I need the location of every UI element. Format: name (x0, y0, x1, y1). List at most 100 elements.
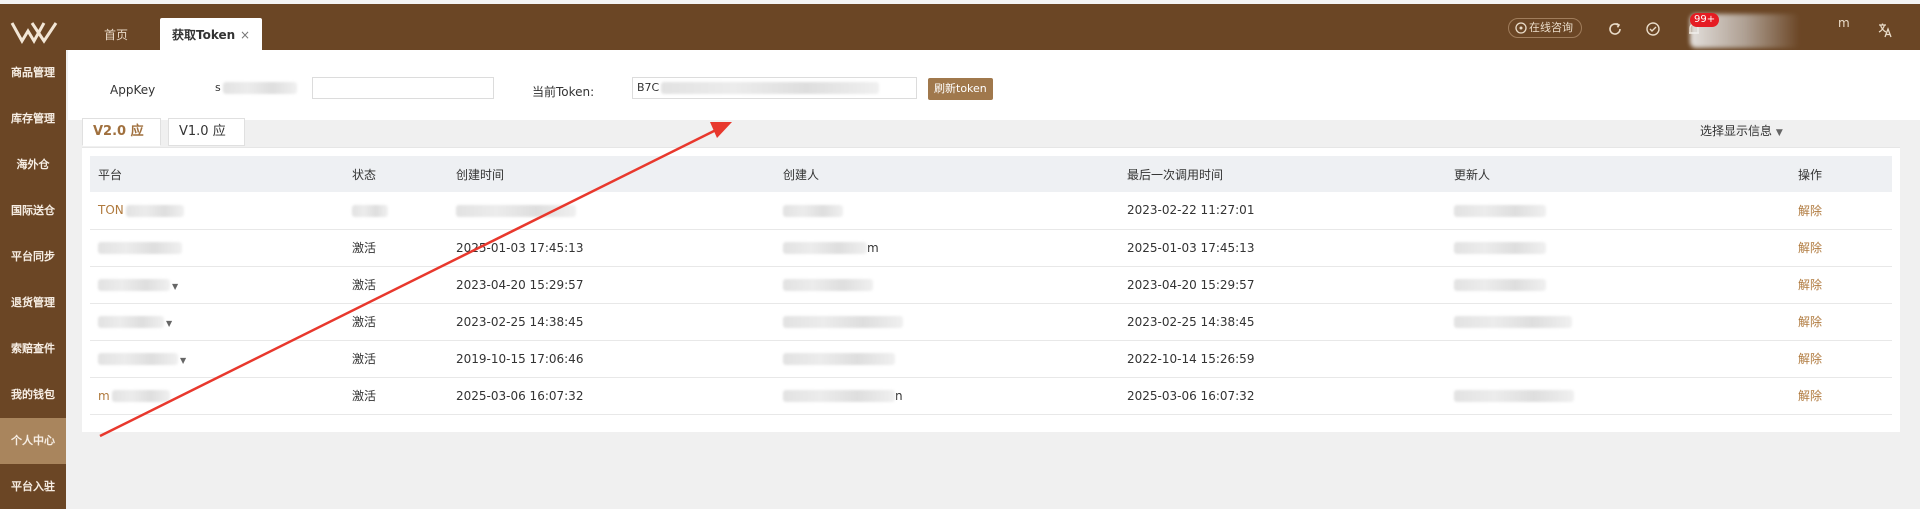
refresh-token-button[interactable]: 刷新token (928, 78, 993, 100)
unbind-link[interactable]: 解除 (1790, 229, 1892, 267)
unbind-link[interactable]: 解除 (1790, 377, 1892, 415)
tab-get-token-label: 获取Token (172, 28, 236, 42)
translate-icon[interactable] (1877, 22, 1893, 38)
sidebar-item-international-delivery[interactable]: 国际送仓 (0, 188, 66, 234)
close-icon[interactable]: × (240, 18, 250, 52)
top-bar: 首页 获取Token × 在线咨询 99+ m (0, 0, 1920, 54)
appkey-label: AppKey (110, 83, 156, 97)
table-row: m 激活 2025-03-06 16:07:32 n 2025-03-06 16… (90, 377, 1892, 415)
caret-down-icon: ▼ (1775, 128, 1783, 138)
sidebar-item-wallet[interactable]: 我的钱包 (0, 372, 66, 418)
cell-status: 激活 (344, 340, 448, 378)
cell-created: 2023-04-20 15:29:57 (448, 266, 775, 304)
col-platform: 平台 (90, 156, 344, 192)
chat-icon (1515, 22, 1527, 34)
cell-creator (775, 192, 1119, 230)
cell-last-call: 2023-04-20 15:29:57 (1119, 266, 1446, 304)
logo-icon[interactable] (10, 19, 58, 45)
sidebar: 商品管理 库存管理 海外仓 国际送仓 平台同步 退货管理 索赔查件 我的钱包 个… (0, 50, 66, 509)
col-updater: 更新人 (1446, 156, 1790, 192)
cell-creator (775, 340, 1119, 378)
cell-updater (1446, 192, 1790, 230)
sidebar-item-claims[interactable]: 索赔查件 (0, 326, 66, 372)
creator-text: m (867, 240, 879, 255)
caret-down-icon: ▼ (166, 318, 173, 328)
cell-creator: m (775, 229, 1119, 267)
table-header-row: 平台 状态 创建时间 创建人 最后一次调用时间 更新人 操作 (90, 156, 1892, 192)
notification-badge: 99+ (1690, 13, 1720, 27)
cell-status: 激活 (344, 266, 448, 304)
cell-creator: n (775, 377, 1119, 415)
caret-down-icon: ▼ (172, 281, 179, 291)
cell-created: 2019-10-15 17:06:46 (448, 340, 775, 378)
appkey-input[interactable] (312, 77, 494, 99)
sidebar-item-platform-onboarding[interactable]: 平台入驻 (0, 464, 66, 509)
cell-created: 2023-02-25 14:38:45 (448, 303, 775, 341)
cell-platform[interactable]: m (90, 377, 344, 415)
cell-last-call: 2025-01-03 17:45:13 (1119, 229, 1446, 267)
table-row: TON 2023-02-22 11:27:01 解除 (90, 192, 1892, 230)
sidebar-item-platform-sync[interactable]: 平台同步 (0, 234, 66, 280)
col-action: 操作 (1790, 156, 1892, 192)
unbind-link[interactable]: 解除 (1790, 340, 1892, 378)
current-token-text: B7C (637, 81, 660, 94)
token-table-container: 平台 状态 创建时间 创建人 最后一次调用时间 更新人 操作 TON 2023-… (82, 147, 1900, 432)
support-icon[interactable] (1645, 21, 1661, 37)
tab-get-token[interactable]: 获取Token × (160, 18, 262, 54)
table-row: ▼ 激活 2023-04-20 15:29:57 2023-04-20 15:2… (90, 266, 1892, 304)
cell-platform[interactable] (90, 229, 344, 267)
cell-status: 激活 (344, 377, 448, 415)
cell-updater (1446, 340, 1790, 378)
cell-last-call: 2023-02-25 14:38:45 (1119, 303, 1446, 341)
table-row: ▼ 激活 2023-02-25 14:38:45 2023-02-25 14:3… (90, 303, 1892, 341)
sidebar-item-products[interactable]: 商品管理 (0, 50, 66, 96)
appkey-value: s (210, 77, 310, 99)
cell-platform[interactable]: TON (90, 192, 344, 230)
sidebar-item-returns[interactable]: 退货管理 (0, 280, 66, 326)
cell-updater (1446, 303, 1790, 341)
cell-platform[interactable]: ▼ (90, 340, 344, 378)
cell-platform[interactable]: ▼ (90, 266, 344, 304)
online-consult-button[interactable]: 在线咨询 (1508, 18, 1582, 38)
online-consult-label: 在线咨询 (1529, 21, 1573, 34)
refresh-icon[interactable] (1607, 21, 1623, 37)
cell-updater (1446, 377, 1790, 415)
cell-last-call: 2025-03-06 16:07:32 (1119, 377, 1446, 415)
sidebar-item-personal-center[interactable]: 个人中心 (0, 418, 66, 464)
table-row: ▼ 激活 2019-10-15 17:06:46 2022-10-14 15:2… (90, 340, 1892, 378)
cell-updater (1446, 229, 1790, 267)
cell-status: 激活 (344, 303, 448, 341)
col-creator: 创建人 (775, 156, 1119, 192)
cell-last-call: 2022-10-14 15:26:59 (1119, 340, 1446, 378)
appkey-text: s (215, 81, 221, 94)
display-info-select[interactable]: 选择显示信息 ▼ (1700, 122, 1783, 139)
cell-creator (775, 266, 1119, 304)
platform-text: m (98, 388, 110, 403)
unbind-link[interactable]: 解除 (1790, 192, 1892, 230)
sidebar-item-overseas-warehouse[interactable]: 海外仓 (0, 142, 66, 188)
token-table: 平台 状态 创建时间 创建人 最后一次调用时间 更新人 操作 TON 2023-… (90, 156, 1892, 415)
sidebar-item-inventory[interactable]: 库存管理 (0, 96, 66, 142)
tab-v1-app[interactable]: V1.0 应用 (168, 118, 245, 165)
col-status: 状态 (344, 156, 448, 192)
tab-v2-app[interactable]: V2.0 应用 (82, 118, 161, 165)
current-token-input[interactable]: B7C (632, 77, 917, 99)
tab-home-label: 首页 (104, 28, 129, 42)
cell-last-call: 2023-02-22 11:27:01 (1119, 192, 1446, 230)
current-token-label: 当前Token: (532, 85, 595, 99)
unbind-link[interactable]: 解除 (1790, 266, 1892, 304)
tab-home[interactable]: 首页 (90, 18, 142, 54)
creator-text: n (895, 388, 903, 403)
unbind-link[interactable]: 解除 (1790, 303, 1892, 341)
platform-text: TON (98, 203, 124, 218)
cell-status (344, 192, 448, 230)
main-content: AppKey s 当前Token: B7C 刷新token V2.0 应用 V1… (68, 50, 1920, 509)
user-name[interactable]: m (1838, 16, 1850, 30)
cell-created: 2025-03-06 16:07:32 (448, 377, 775, 415)
token-form: AppKey s 当前Token: B7C 刷新token (68, 50, 1920, 120)
cell-status: 激活 (344, 229, 448, 267)
cell-updater (1446, 266, 1790, 304)
table-row: 激活 2025-01-03 17:45:13 m 2025-01-03 17:4… (90, 229, 1892, 267)
cell-platform[interactable]: ▼ (90, 303, 344, 341)
col-created-time: 创建时间 (448, 156, 775, 192)
